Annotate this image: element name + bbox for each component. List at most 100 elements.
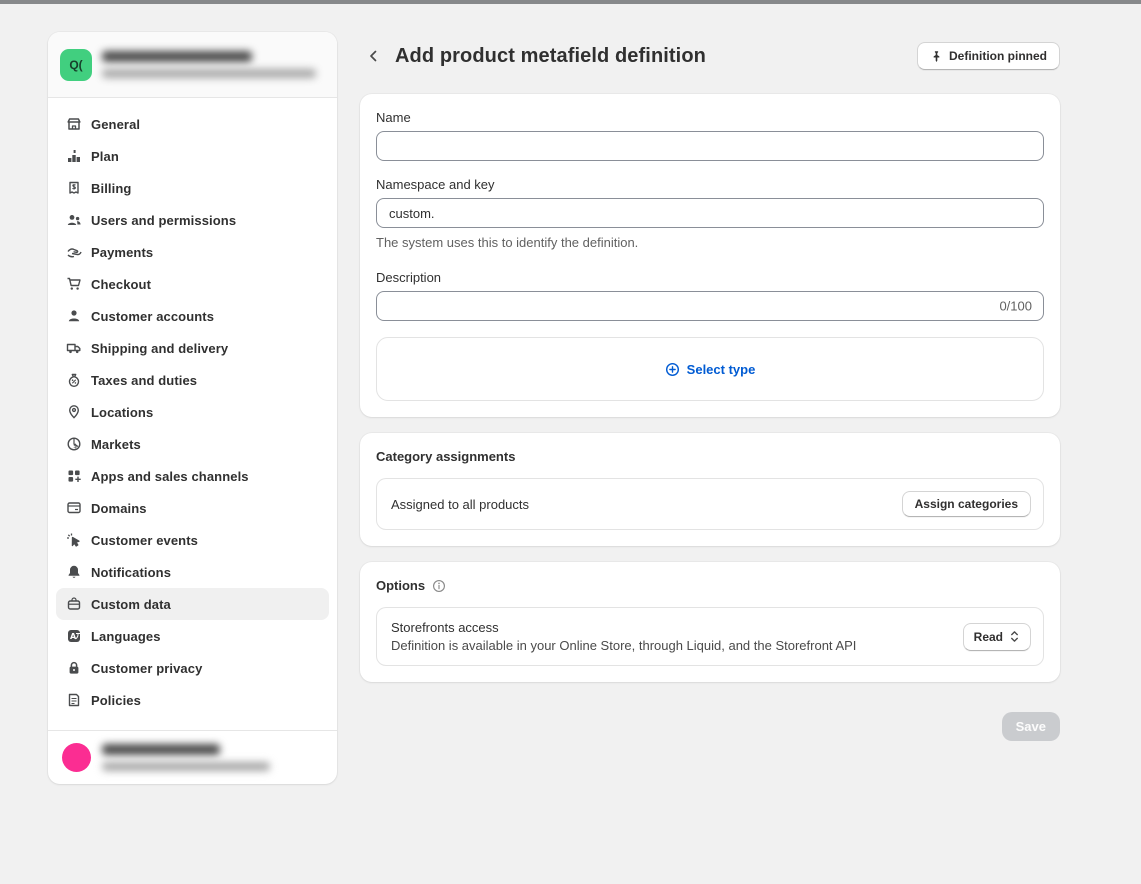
store-account-header[interactable]: Q( (48, 32, 337, 98)
namespace-label: Namespace and key (376, 177, 1044, 192)
sidebar-item-label: Users and permissions (91, 213, 236, 228)
pin-icon (930, 50, 943, 63)
assign-categories-button[interactable]: Assign categories (902, 491, 1031, 517)
page-header: Add product metafield definition Definit… (360, 40, 1060, 72)
sidebar-item-policies[interactable]: Policies (56, 684, 329, 716)
definition-pinned-button[interactable]: Definition pinned (917, 42, 1060, 70)
settings-sidebar: Q( General Plan Billing Users and permis… (48, 32, 337, 784)
storefronts-access-text: Storefronts access Definition is availab… (391, 620, 856, 653)
redacted-store-domain (102, 69, 316, 78)
info-icon[interactable] (432, 579, 446, 593)
select-type-link[interactable]: Select type (665, 362, 756, 377)
sidebar-item-locations[interactable]: Locations (56, 396, 329, 428)
description-field-group: Description 0/100 (376, 270, 1044, 321)
name-field-group: Name (376, 110, 1044, 161)
main-content: Add product metafield definition Definit… (360, 40, 1060, 741)
chevron-up-down-icon (1009, 630, 1020, 643)
sidebar-item-label: Notifications (91, 565, 171, 580)
sidebar-item-label: Customer events (91, 533, 198, 548)
user-account-footer[interactable] (48, 730, 337, 784)
sidebar-item-apps-sales-channels[interactable]: Apps and sales channels (56, 460, 329, 492)
plan-icon (65, 148, 82, 165)
lock-icon (65, 660, 82, 677)
billing-icon (65, 180, 82, 197)
payments-icon (65, 244, 82, 261)
save-button[interactable]: Save (1002, 712, 1060, 741)
select-type-panel[interactable]: Select type (376, 337, 1044, 401)
policies-icon (65, 692, 82, 709)
users-icon (65, 212, 82, 229)
sidebar-item-label: Domains (91, 501, 147, 516)
sidebar-item-shipping-delivery[interactable]: Shipping and delivery (56, 332, 329, 364)
options-title-row: Options (376, 578, 1044, 593)
options-card: Options Storefronts access Definition is… (360, 562, 1060, 682)
cart-icon (65, 276, 82, 293)
sidebar-item-users-permissions[interactable]: Users and permissions (56, 204, 329, 236)
character-counter: 0/100 (999, 299, 1032, 314)
sidebar-item-customer-privacy[interactable]: Customer privacy (56, 652, 329, 684)
person-icon (65, 308, 82, 325)
location-pin-icon (65, 404, 82, 421)
sidebar-item-notifications[interactable]: Notifications (56, 556, 329, 588)
domains-icon (65, 500, 82, 517)
namespace-help-text: The system uses this to identify the def… (376, 235, 1044, 250)
sidebar-item-general[interactable]: General (56, 108, 329, 140)
sidebar-item-label: Languages (91, 629, 161, 644)
sidebar-item-label: Markets (91, 437, 141, 452)
storefronts-access-title: Storefronts access (391, 620, 856, 635)
store-account-lines (102, 51, 316, 78)
storefronts-access-value: Read (974, 630, 1003, 644)
svg-text:A: A (70, 632, 77, 641)
category-assignments-card: Category assignments Assigned to all pro… (360, 433, 1060, 546)
redacted-store-name (102, 51, 252, 62)
arrow-left-icon (364, 47, 382, 65)
definition-form-card: Name Namespace and key The system uses t… (360, 94, 1060, 417)
truck-icon (65, 340, 82, 357)
sidebar-item-label: Apps and sales channels (91, 469, 249, 484)
options-title: Options (376, 578, 425, 593)
translate-icon: A (65, 628, 82, 645)
redacted-user-email (102, 762, 270, 771)
sidebar-item-label: Billing (91, 181, 131, 196)
sidebar-item-label: Customer privacy (91, 661, 202, 676)
sidebar-item-taxes-duties[interactable]: Taxes and duties (56, 364, 329, 396)
bell-icon (65, 564, 82, 581)
sidebar-item-custom-data[interactable]: Custom data (56, 588, 329, 620)
name-input[interactable] (376, 131, 1044, 161)
sidebar-item-customer-accounts[interactable]: Customer accounts (56, 300, 329, 332)
sidebar-item-customer-events[interactable]: Customer events (56, 524, 329, 556)
page-title: Add product metafield definition (395, 45, 706, 68)
namespace-field-group: Namespace and key The system uses this t… (376, 177, 1044, 250)
window-top-edge (0, 0, 1141, 4)
cursor-click-icon (65, 532, 82, 549)
svg-text:$: $ (73, 443, 77, 450)
save-row: Save (360, 712, 1060, 741)
namespace-key-input[interactable] (376, 198, 1044, 228)
sidebar-item-label: Locations (91, 405, 153, 420)
sidebar-item-billing[interactable]: Billing (56, 172, 329, 204)
back-button[interactable] (360, 43, 386, 69)
sidebar-item-plan[interactable]: Plan (56, 140, 329, 172)
store-avatar: Q( (60, 49, 92, 81)
storefronts-access-row: Storefronts access Definition is availab… (376, 607, 1044, 666)
sidebar-item-payments[interactable]: Payments (56, 236, 329, 268)
sidebar-item-domains[interactable]: Domains (56, 492, 329, 524)
settings-nav: General Plan Billing Users and permissio… (48, 98, 337, 726)
sidebar-item-label: Customer accounts (91, 309, 214, 324)
storefronts-access-description: Definition is available in your Online S… (391, 638, 856, 653)
name-label: Name (376, 110, 1044, 125)
assignment-status-text: Assigned to all products (391, 497, 529, 512)
description-label: Description (376, 270, 1044, 285)
sidebar-item-label: Taxes and duties (91, 373, 197, 388)
sidebar-item-checkout[interactable]: Checkout (56, 268, 329, 300)
apps-icon (65, 468, 82, 485)
taxes-icon (65, 372, 82, 389)
category-assignment-row: Assigned to all products Assign categori… (376, 478, 1044, 530)
description-input[interactable] (376, 291, 1044, 321)
select-type-label: Select type (687, 362, 756, 377)
pinned-button-label: Definition pinned (949, 49, 1047, 63)
storefronts-access-select[interactable]: Read (963, 623, 1031, 651)
sidebar-item-languages[interactable]: A Languages (56, 620, 329, 652)
sidebar-item-markets[interactable]: $ Markets (56, 428, 329, 460)
user-account-lines (102, 744, 270, 771)
